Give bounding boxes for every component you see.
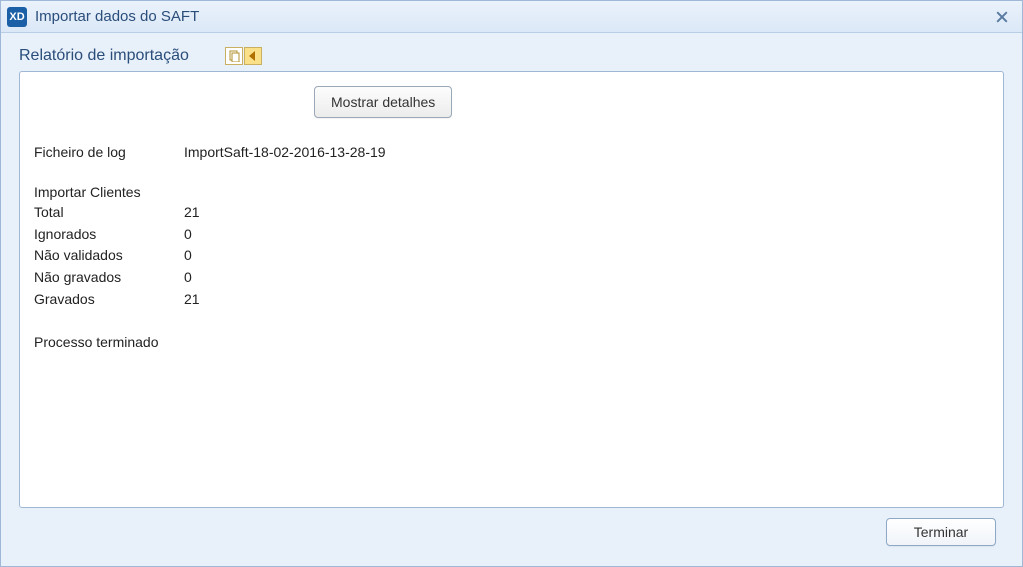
stat-row: Ignorados 0: [34, 224, 989, 246]
stat-label: Não validados: [34, 245, 184, 267]
app-icon-text: XD: [9, 11, 24, 23]
stat-label: Gravados: [34, 289, 184, 311]
stats-heading: Importar Clientes: [34, 184, 989, 200]
stat-label: Ignorados: [34, 224, 184, 246]
stat-label: Total: [34, 202, 184, 224]
log-file-row: Ficheiro de log ImportSaft-18-02-2016-13…: [34, 144, 989, 160]
log-file-name: ImportSaft-18-02-2016-13-28-19: [184, 144, 989, 160]
process-status: Processo terminado: [34, 334, 989, 350]
title-bar: XD Importar dados do SAFT: [1, 1, 1022, 33]
stat-label: Não gravados: [34, 267, 184, 289]
app-icon: XD: [7, 7, 27, 27]
stat-value: 21: [184, 202, 200, 224]
stat-row: Não validados 0: [34, 245, 989, 267]
stat-value: 0: [184, 245, 192, 267]
back-icon[interactable]: [244, 47, 262, 65]
dialog-window: XD Importar dados do SAFT Relatório de i…: [0, 0, 1023, 567]
stat-row: Não gravados 0: [34, 267, 989, 289]
dialog-footer: Terminar: [19, 508, 1004, 556]
close-button[interactable]: [988, 5, 1016, 29]
section-label: Relatório de importação: [19, 47, 189, 65]
window-title: Importar dados do SAFT: [35, 8, 988, 25]
stat-row: Gravados 21: [34, 289, 989, 311]
close-icon: [996, 11, 1008, 23]
content-area: Relatório de importação Mostrar detalhes: [1, 33, 1022, 566]
stat-value: 21: [184, 289, 200, 311]
stats-block: Importar Clientes Total 21 Ignorados 0 N…: [34, 184, 989, 310]
header-toolbar: [225, 47, 262, 65]
stat-value: 0: [184, 267, 192, 289]
report-pane: Mostrar detalhes Ficheiro de log ImportS…: [19, 71, 1004, 508]
stat-row: Total 21: [34, 202, 989, 224]
show-details-button[interactable]: Mostrar detalhes: [314, 86, 452, 118]
finish-button[interactable]: Terminar: [886, 518, 996, 546]
section-header: Relatório de importação: [19, 47, 1004, 65]
copy-icon[interactable]: [225, 47, 243, 65]
log-file-label: Ficheiro de log: [34, 144, 184, 160]
stat-value: 0: [184, 224, 192, 246]
